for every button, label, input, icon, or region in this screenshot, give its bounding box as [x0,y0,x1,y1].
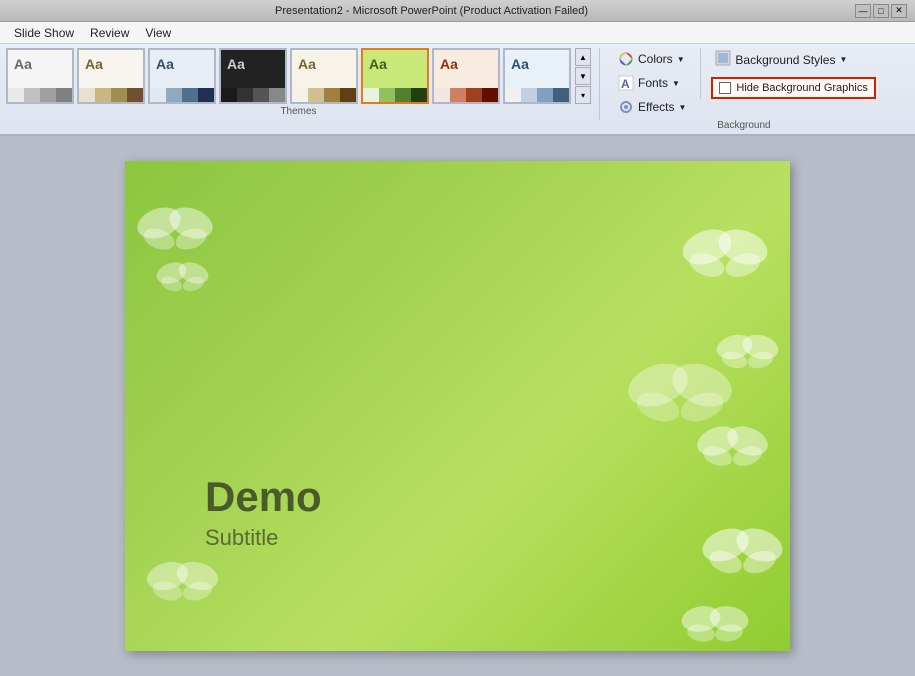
theme-thumb-4[interactable]: Aa [219,48,287,104]
maximize-button[interactable]: □ [873,4,889,18]
theme-thumb-5[interactable]: Aa [290,48,358,104]
themes-scroll: ▲ ▼ ▾ [575,48,591,104]
hide-bg-checkbox[interactable] [719,82,731,94]
themes-grid: Aa Aa [6,48,571,104]
menu-review[interactable]: Review [82,24,137,42]
main-area: Demo Subtitle [0,136,915,676]
scroll-up-button[interactable]: ▲ [575,48,591,66]
colors-dropdown-icon: ▼ [677,55,685,64]
theme-thumb-7[interactable]: Aa [432,48,500,104]
fonts-button[interactable]: A Fonts ▼ [612,72,692,94]
slide-subtitle[interactable]: Subtitle [205,525,322,551]
bg-styles-button[interactable]: Background Styles ▼ [711,48,851,71]
effects-label: Effects [638,100,674,114]
scroll-down-button[interactable]: ▼ [575,67,591,85]
bg-styles-dropdown-icon: ▼ [839,55,847,64]
slide-text-area: Demo Subtitle [205,473,322,551]
fonts-dropdown-icon: ▼ [672,79,680,88]
background-section: Colors ▼ A Fonts ▼ [604,48,876,134]
colors-icon [618,51,634,67]
bg-styles-label: Background Styles [735,53,835,67]
bg-styles-icon [715,50,731,69]
theme-thumb-2[interactable]: Aa [77,48,145,104]
slide-title[interactable]: Demo [205,473,322,521]
slide[interactable]: Demo Subtitle [125,161,790,651]
hide-bg-label: Hide Background Graphics [736,82,867,94]
theme-thumb-1[interactable]: Aa [6,48,74,104]
themes-section: Aa Aa [6,48,600,120]
menu-bar: Slide Show Review View [0,22,915,44]
colors-label: Colors [638,52,673,66]
title-bar-text: Presentation2 - Microsoft PowerPoint (Pr… [8,5,855,17]
menu-slideshow[interactable]: Slide Show [6,24,82,42]
minimize-button[interactable]: — [855,4,871,18]
fonts-icon: A [618,75,634,91]
fonts-label: Fonts [638,76,668,90]
effects-icon [618,99,634,115]
menu-view[interactable]: View [137,24,179,42]
close-button[interactable]: ✕ [891,4,907,18]
svg-text:A: A [621,77,630,91]
ribbon: Aa Aa [0,44,915,136]
theme-thumb-8[interactable]: Aa [503,48,571,104]
bg-styles-group: Background Styles ▼ Hide Background Grap… [700,48,875,99]
cfe-group: Colors ▼ A Fonts ▼ [612,48,692,118]
themes-label: Themes [6,104,591,120]
colors-button[interactable]: Colors ▼ [612,48,692,70]
effects-dropdown-icon: ▼ [678,103,686,112]
hide-bg-button[interactable]: Hide Background Graphics [711,77,875,99]
title-bar: Presentation2 - Microsoft PowerPoint (Pr… [0,0,915,22]
theme-thumb-6[interactable]: Aa [361,48,429,104]
theme-thumb-3[interactable]: Aa [148,48,216,104]
scroll-more-button[interactable]: ▾ [575,86,591,104]
background-label: Background [612,118,876,134]
effects-button[interactable]: Effects ▼ [612,96,692,118]
